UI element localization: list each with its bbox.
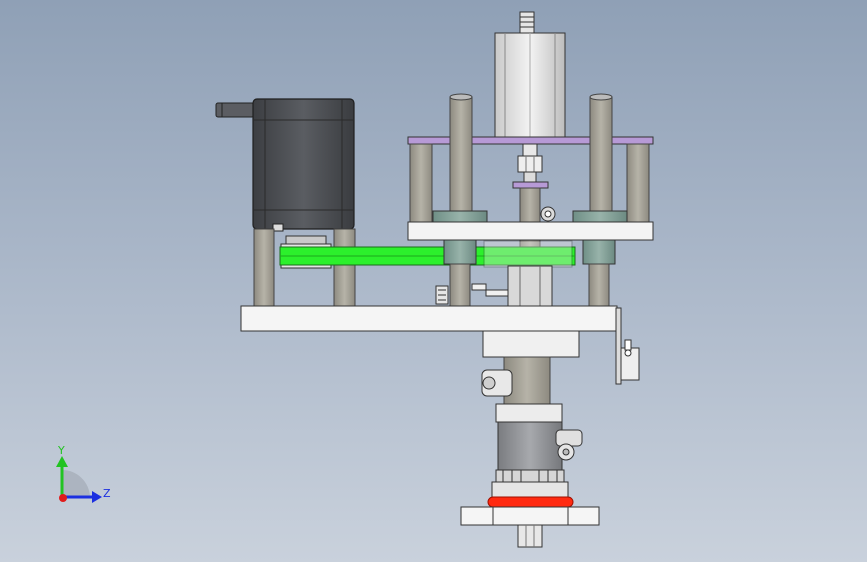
side-sensor bbox=[615, 307, 640, 385]
coordinate-triad: Y Z bbox=[56, 444, 111, 503]
stepper-motor bbox=[215, 98, 355, 232]
rotary-collar bbox=[495, 403, 563, 423]
z-axis-arrow-icon bbox=[92, 491, 102, 503]
z-axis-label: Z bbox=[103, 487, 111, 500]
pneumatic-cylinder bbox=[494, 11, 566, 139]
cad-viewport[interactable]: Y Z bbox=[0, 0, 867, 562]
bearing-housing bbox=[482, 330, 580, 358]
rotary-joint-fitting bbox=[481, 369, 513, 397]
rotary-actuator-body bbox=[497, 421, 563, 471]
x-axis-dot-icon bbox=[59, 494, 67, 502]
main-base-plate bbox=[240, 305, 618, 332]
cam-follower bbox=[540, 206, 556, 222]
piston-rod-nut bbox=[517, 143, 543, 183]
upper-mounting-plate bbox=[407, 221, 654, 241]
red-suction-pad bbox=[487, 496, 574, 508]
locating-pin bbox=[517, 524, 543, 548]
limit-switch-bracket bbox=[435, 283, 509, 305]
upper-bracket-plate bbox=[407, 136, 654, 145]
cad-model-view: Y Z bbox=[56, 11, 654, 548]
gripper-flange bbox=[491, 469, 569, 499]
y-axis-label: Y bbox=[57, 444, 65, 457]
air-fitting bbox=[555, 429, 583, 461]
small-purple-plate bbox=[512, 181, 549, 189]
y-axis-arrow-icon bbox=[56, 456, 68, 467]
workpiece-plate bbox=[460, 506, 600, 526]
